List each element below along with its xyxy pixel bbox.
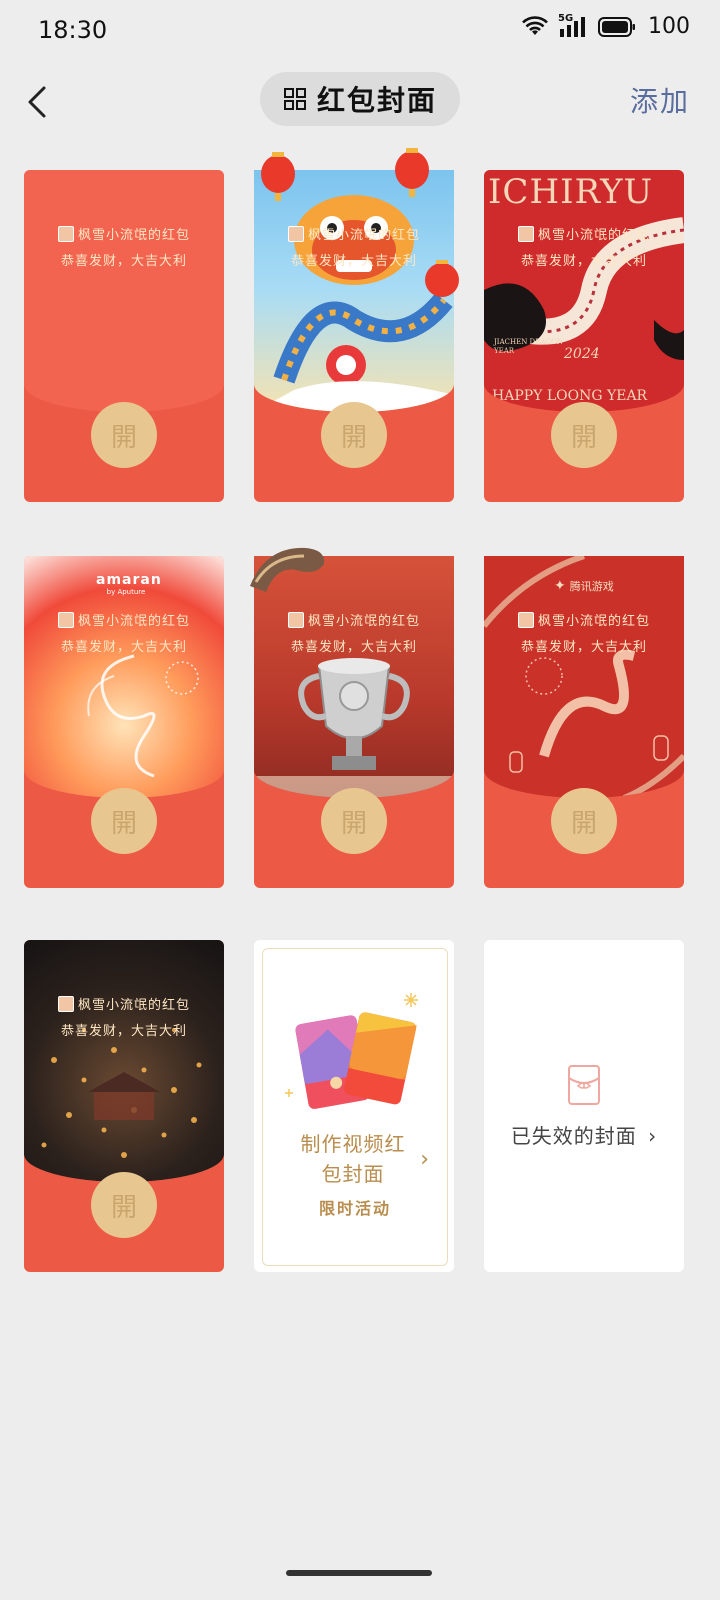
owner-line: 枫雪小流氓的红包	[254, 610, 454, 629]
lantern-icon	[395, 148, 429, 197]
make-card-frame: 制作视频红包封面 › 限时活动	[262, 948, 448, 1266]
owner-line: 枫雪小流氓的红包	[24, 994, 224, 1013]
owner-line: 枫雪小流氓的红包	[24, 610, 224, 629]
avatar	[517, 611, 534, 628]
open-button: 開	[551, 788, 617, 854]
owner-name: 枫雪小流氓的红包	[77, 998, 190, 1013]
add-button[interactable]: 添加	[630, 80, 690, 120]
status-icons: 5G 100	[522, 13, 690, 39]
chevron-right-icon: ›	[648, 1124, 658, 1148]
avatar	[287, 611, 304, 628]
blessing-text: 恭喜发财，大吉大利	[290, 640, 417, 655]
back-button[interactable]	[22, 78, 62, 122]
dragon-year-subtitle: JIACHEN DRAGON YEAR	[494, 338, 563, 355]
page-title-pill[interactable]: 红包封面	[260, 72, 460, 126]
dragon-line-art	[87, 654, 199, 778]
cover-card-plain[interactable]: 枫雪小流氓的红包 恭喜发财，大吉大利 開	[24, 170, 224, 502]
town-illustration	[41, 1028, 202, 1158]
grid-icon	[283, 88, 306, 110]
expired-covers-label: 已失效的封面 ›	[484, 1120, 684, 1149]
dragon-illustration	[484, 217, 684, 360]
owner-name: 枫雪小流氓的红包	[307, 228, 420, 243]
owner-line: 枫雪小流氓的红包	[484, 610, 684, 629]
owner-name: 枫雪小流氓的红包	[307, 614, 420, 629]
owner-line: 枫雪小流氓的红包	[484, 224, 684, 243]
chevron-right-icon: ›	[420, 1147, 429, 1172]
avatar	[57, 611, 74, 628]
lantern-icon	[261, 152, 295, 201]
cover-card-night-town[interactable]: 枫雪小流氓的红包 恭喜发财，大吉大利 開	[24, 940, 224, 1272]
red-envelopes-icon	[285, 993, 418, 1109]
cover-image	[24, 170, 224, 412]
avatar	[57, 225, 74, 242]
year-label: 2024	[564, 346, 600, 362]
owner-name: 枫雪小流氓的红包	[537, 614, 650, 629]
owner-line: 枫雪小流氓的红包	[24, 224, 224, 243]
owner-line: 枫雪小流氓的红包	[254, 224, 454, 243]
cover-image: amaran by Aputure	[24, 556, 224, 798]
tagline: HAPPY LOONG YEAR	[492, 388, 648, 404]
dragon-head-decoration	[250, 547, 325, 592]
status-time: 18:30	[38, 16, 108, 44]
cover-image: ✦ 腾讯游戏	[484, 556, 684, 798]
avatar	[287, 225, 304, 242]
wifi-icon	[522, 15, 548, 35]
status-bar: 18:30 5G 100	[0, 0, 720, 60]
open-button: 開	[91, 402, 157, 468]
battery-icon	[598, 16, 635, 37]
make-card-title: 制作视频红包封面	[300, 1132, 406, 1186]
blessing-text: 恭喜发财，大吉大利	[60, 254, 187, 269]
signal-5g-icon: 5G	[558, 13, 588, 39]
cover-card-amaran[interactable]: amaran by Aputure 枫雪小流氓的红包 恭喜发财，大吉大利 開	[24, 556, 224, 888]
blessing-text: 恭喜发财，大吉大利	[520, 254, 647, 269]
cover-card-ichiryu[interactable]: ICHIRYU JIACHEN DRAGON YEAR 2024 HAPPY L…	[484, 170, 684, 502]
open-button: 開	[321, 402, 387, 468]
owner-name: 枫雪小流氓的红包	[77, 228, 190, 243]
blessing-text: 恭喜发财，大吉大利	[290, 254, 417, 269]
expired-label-text: 已失效的封面	[510, 1124, 637, 1148]
cover-image: ICHIRYU JIACHEN DRAGON YEAR 2024 HAPPY L…	[484, 170, 684, 412]
envelope-outline-icon	[568, 1065, 600, 1105]
owner-name: 枫雪小流氓的红包	[537, 228, 650, 243]
cover-card-trophy[interactable]: 枫雪小流氓的红包 恭喜发财，大吉大利 開	[250, 547, 454, 888]
cover-card-dragon-cartoon[interactable]: 枫雪小流氓的红包 恭喜发财，大吉大利 開	[254, 148, 459, 502]
open-button: 開	[91, 1172, 157, 1238]
dragon-line-art	[484, 556, 684, 798]
home-indicator[interactable]	[286, 1570, 432, 1576]
avatar	[517, 225, 534, 242]
owner-name: 枫雪小流氓的红包	[77, 614, 190, 629]
open-button: 開	[551, 402, 617, 468]
open-button: 開	[321, 788, 387, 854]
blessing-text: 恭喜发财，大吉大利	[60, 640, 187, 655]
expired-covers-card[interactable]: 已失效的封面 ›	[484, 940, 684, 1272]
make-video-cover-card[interactable]: 制作视频红包封面 › 限时活动	[254, 940, 454, 1272]
cover-card-tencent-games[interactable]: ✦ 腾讯游戏 枫雪小流氓的红包 恭喜发财，大吉大利 開	[484, 556, 684, 888]
chevron-left-icon	[28, 86, 46, 118]
nav-bar: 红包封面 添加	[0, 70, 720, 130]
blessing-text: 恭喜发财，大吉大利	[60, 1024, 187, 1039]
avatar	[57, 995, 74, 1012]
page-title: 红包封面	[316, 84, 437, 117]
battery-level: 100	[648, 14, 690, 39]
open-button: 開	[91, 788, 157, 854]
blessing-text: 恭喜发财，大吉大利	[520, 640, 647, 655]
cover-image	[24, 940, 224, 1182]
make-card-subtitle: 限时活动	[318, 1199, 391, 1218]
